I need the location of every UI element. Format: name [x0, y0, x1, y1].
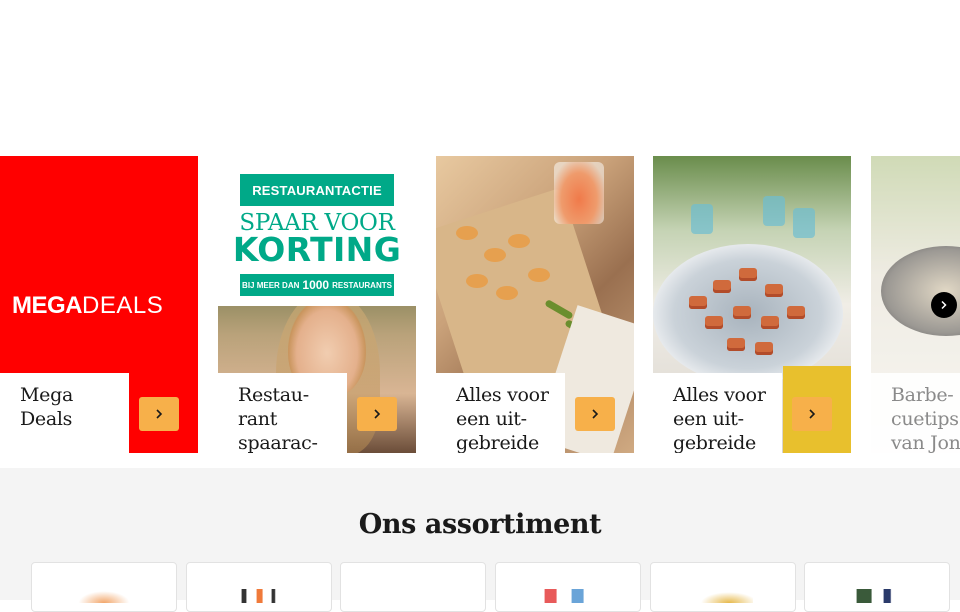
- category-image: [847, 589, 907, 603]
- promo-card-dinner[interactable]: Alles voor een uit-gebreide dinner-: [653, 156, 851, 453]
- section-title: Ons assortiment: [358, 509, 602, 540]
- promo-card-caption: Alles voor een uit-gebreide zomer-: [436, 373, 565, 453]
- promo-card-mega-deals[interactable]: MEGADEALS Mega Deals: [0, 156, 198, 453]
- header-spacer: [0, 0, 960, 156]
- assortment-section: Ons assortiment: [0, 468, 960, 612]
- mega-deals-logo: MEGADEALS: [12, 292, 164, 319]
- promo-card-arrow-button[interactable]: [139, 397, 179, 431]
- promo-card-caption: Mega Deals: [0, 373, 129, 453]
- chevron-right-icon: [941, 300, 947, 310]
- promo-card-arrow-button[interactable]: [792, 397, 832, 431]
- category-tile[interactable]: [340, 562, 486, 612]
- banner-headline-bold: KORTING: [232, 230, 402, 269]
- category-image: [74, 589, 134, 603]
- category-image: [538, 589, 598, 603]
- promo-card-caption: Restau-rant spaarac-tie: [218, 373, 347, 453]
- promo-carousel: MEGADEALS Mega Deals RESTAURANTACTIE SPA…: [0, 156, 960, 468]
- carousel-next-button[interactable]: [931, 292, 957, 318]
- chevron-right-icon: [809, 409, 816, 419]
- promo-card-title: Mega Deals: [20, 384, 73, 430]
- category-image: [383, 589, 443, 603]
- chevron-right-icon: [374, 409, 381, 419]
- promo-card-title: Alles voor een uit-gebreide zomer-: [456, 384, 549, 453]
- restaurant-banner: RESTAURANTACTIE SPAAR VOOR KORTING BIJ M…: [218, 156, 416, 306]
- promo-card-restaurant[interactable]: RESTAURANTACTIE SPAAR VOOR KORTING BIJ M…: [218, 156, 416, 453]
- category-image: [229, 589, 289, 603]
- category-image: [693, 589, 753, 603]
- category-tile[interactable]: [650, 562, 796, 612]
- chevron-right-icon: [592, 409, 599, 419]
- category-tile[interactable]: [186, 562, 332, 612]
- promo-card-arrow-button[interactable]: [357, 397, 397, 431]
- category-tile[interactable]: [31, 562, 177, 612]
- promo-card-title: Alles voor een uit-gebreide dinner-: [673, 384, 766, 453]
- promo-card-caption: Alles voor een uit-gebreide dinner-: [653, 373, 782, 453]
- promo-card-arrow-button[interactable]: [575, 397, 615, 431]
- category-tile[interactable]: [804, 562, 950, 612]
- category-tile[interactable]: [495, 562, 641, 612]
- chevron-right-icon: [156, 409, 163, 419]
- promo-card-zomer[interactable]: Alles voor een uit-gebreide zomer-: [436, 156, 634, 453]
- promo-card-caption: Barbe-cuetips van Jon Althuis: [871, 373, 960, 453]
- promo-card-title: Barbe-cuetips van Jon Althuis: [891, 384, 960, 453]
- promo-card-title: Restau-rant spaarac-tie: [238, 384, 318, 453]
